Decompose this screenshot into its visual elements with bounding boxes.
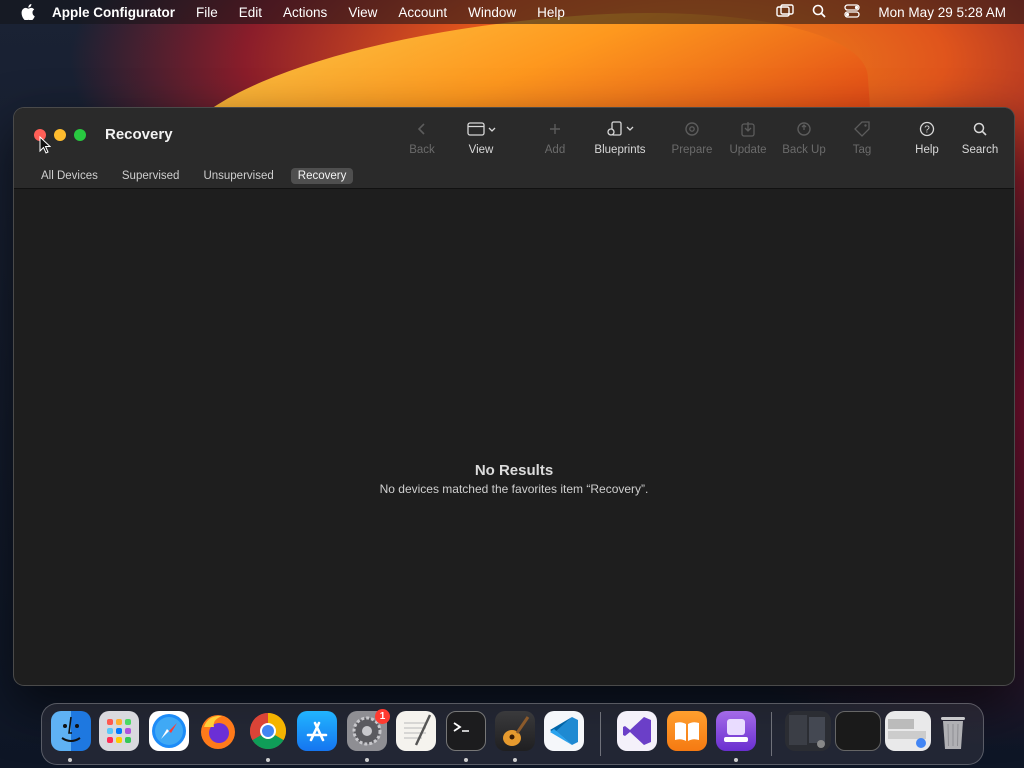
window-view-icon [451,120,511,138]
dock-separator [600,712,601,756]
question-mark-icon: ? [897,120,957,138]
visual-studio-icon[interactable] [617,711,657,751]
mouse-pointer-icon [39,135,52,159]
tab-recovery[interactable]: Recovery [290,168,354,184]
dock: 1 [41,703,984,765]
tab-unsupervised[interactable]: Unsupervised [196,168,280,184]
spotlight-search-icon[interactable] [812,4,827,21]
update-label: Update [729,144,767,156]
garageband-running-indicator [513,758,517,762]
update-button[interactable]: Update [718,120,778,156]
window-toolbar: Recovery Back View Add Blueprints Prepar… [14,108,1014,164]
backup-icon [774,120,834,138]
launchpad-icon[interactable] [99,711,139,751]
app-store-icon[interactable] [297,711,337,751]
minimize-window-button[interactable] [54,129,66,141]
chevron-left-icon [392,120,452,138]
blueprints-label: Blueprints [594,144,646,156]
menu-actions[interactable]: Actions [283,5,327,20]
menu-bar: Apple Configurator File Edit Actions Vie… [0,0,1024,24]
minimized-window-thumbnail[interactable] [835,711,881,751]
back-up-button[interactable]: Back Up [774,120,834,156]
help-button[interactable]: ? Help [897,120,957,156]
back-button[interactable]: Back [392,120,452,156]
view-menu-button[interactable]: View [451,120,511,156]
firefox-icon[interactable] [198,711,238,751]
downloads-stack-icon[interactable] [785,711,831,751]
empty-state-message: No devices matched the favorites item “R… [379,482,649,496]
apple-configurator-dock-icon[interactable] [716,711,756,751]
configurator-window: Recovery Back View Add Blueprints Prepar… [14,108,1014,685]
trash-icon[interactable] [935,711,971,751]
browser-window-thumbnail[interactable] [885,711,931,751]
svg-text:?: ? [924,125,930,136]
terminal-icon[interactable] [446,711,486,751]
safari-icon[interactable] [149,711,189,751]
system-settings-badge: 1 [375,709,390,724]
control-center-icon[interactable] [844,3,861,21]
tag-icon [832,120,892,138]
back-label: Back [409,144,435,156]
help-label: Help [915,144,939,156]
tag-label: Tag [852,144,872,156]
dock-separator-2 [771,712,772,756]
menu-help[interactable]: Help [537,5,565,20]
textedit-icon[interactable] [396,711,436,751]
update-icon [718,120,778,138]
vscode-icon[interactable] [544,711,584,751]
screen-mirroring-icon[interactable] [776,3,795,21]
books-icon[interactable] [667,711,707,751]
prepare-button[interactable]: Prepare [662,120,722,156]
finder-icon[interactable] [51,711,91,751]
menu-file[interactable]: File [196,5,218,20]
add-button[interactable]: Add [525,120,585,156]
menu-account[interactable]: Account [398,5,447,20]
menu-app-name[interactable]: Apple Configurator [52,5,175,20]
view-label: View [468,144,494,156]
zoom-window-button[interactable] [74,129,86,141]
garageband-icon[interactable] [495,711,535,751]
back-up-label: Back Up [782,144,826,156]
search-button[interactable]: Search [950,120,1010,156]
tab-supervised[interactable]: Supervised [115,168,187,184]
search-icon [950,120,1010,138]
favorites-bar: All Devices Supervised Unsupervised Reco… [14,164,1014,189]
system-settings-running-indicator [365,758,369,762]
tag-button[interactable]: Tag [832,120,892,156]
apple-menu-icon[interactable] [18,4,38,20]
chrome-running-indicator [266,758,270,762]
finder-running-indicator [68,758,72,762]
gear-icon [662,120,722,138]
terminal-running-indicator [464,758,468,762]
prepare-label: Prepare [671,144,713,156]
search-label: Search [961,144,999,156]
menu-edit[interactable]: Edit [239,5,262,20]
plus-icon [525,120,585,138]
menu-window[interactable]: Window [468,5,516,20]
empty-state-title: No Results [474,462,554,479]
add-label: Add [544,144,566,156]
menu-clock[interactable]: Mon May 29 5:28 AM [878,5,1006,20]
blueprints-menu-button[interactable]: Blueprints [590,120,650,156]
menu-view[interactable]: View [348,5,377,20]
apple-configurator-running-indicator [734,758,738,762]
tab-all-devices[interactable]: All Devices [34,168,105,184]
chrome-icon[interactable] [248,711,288,751]
window-title: Recovery [105,126,173,143]
blueprint-icon [590,120,650,138]
